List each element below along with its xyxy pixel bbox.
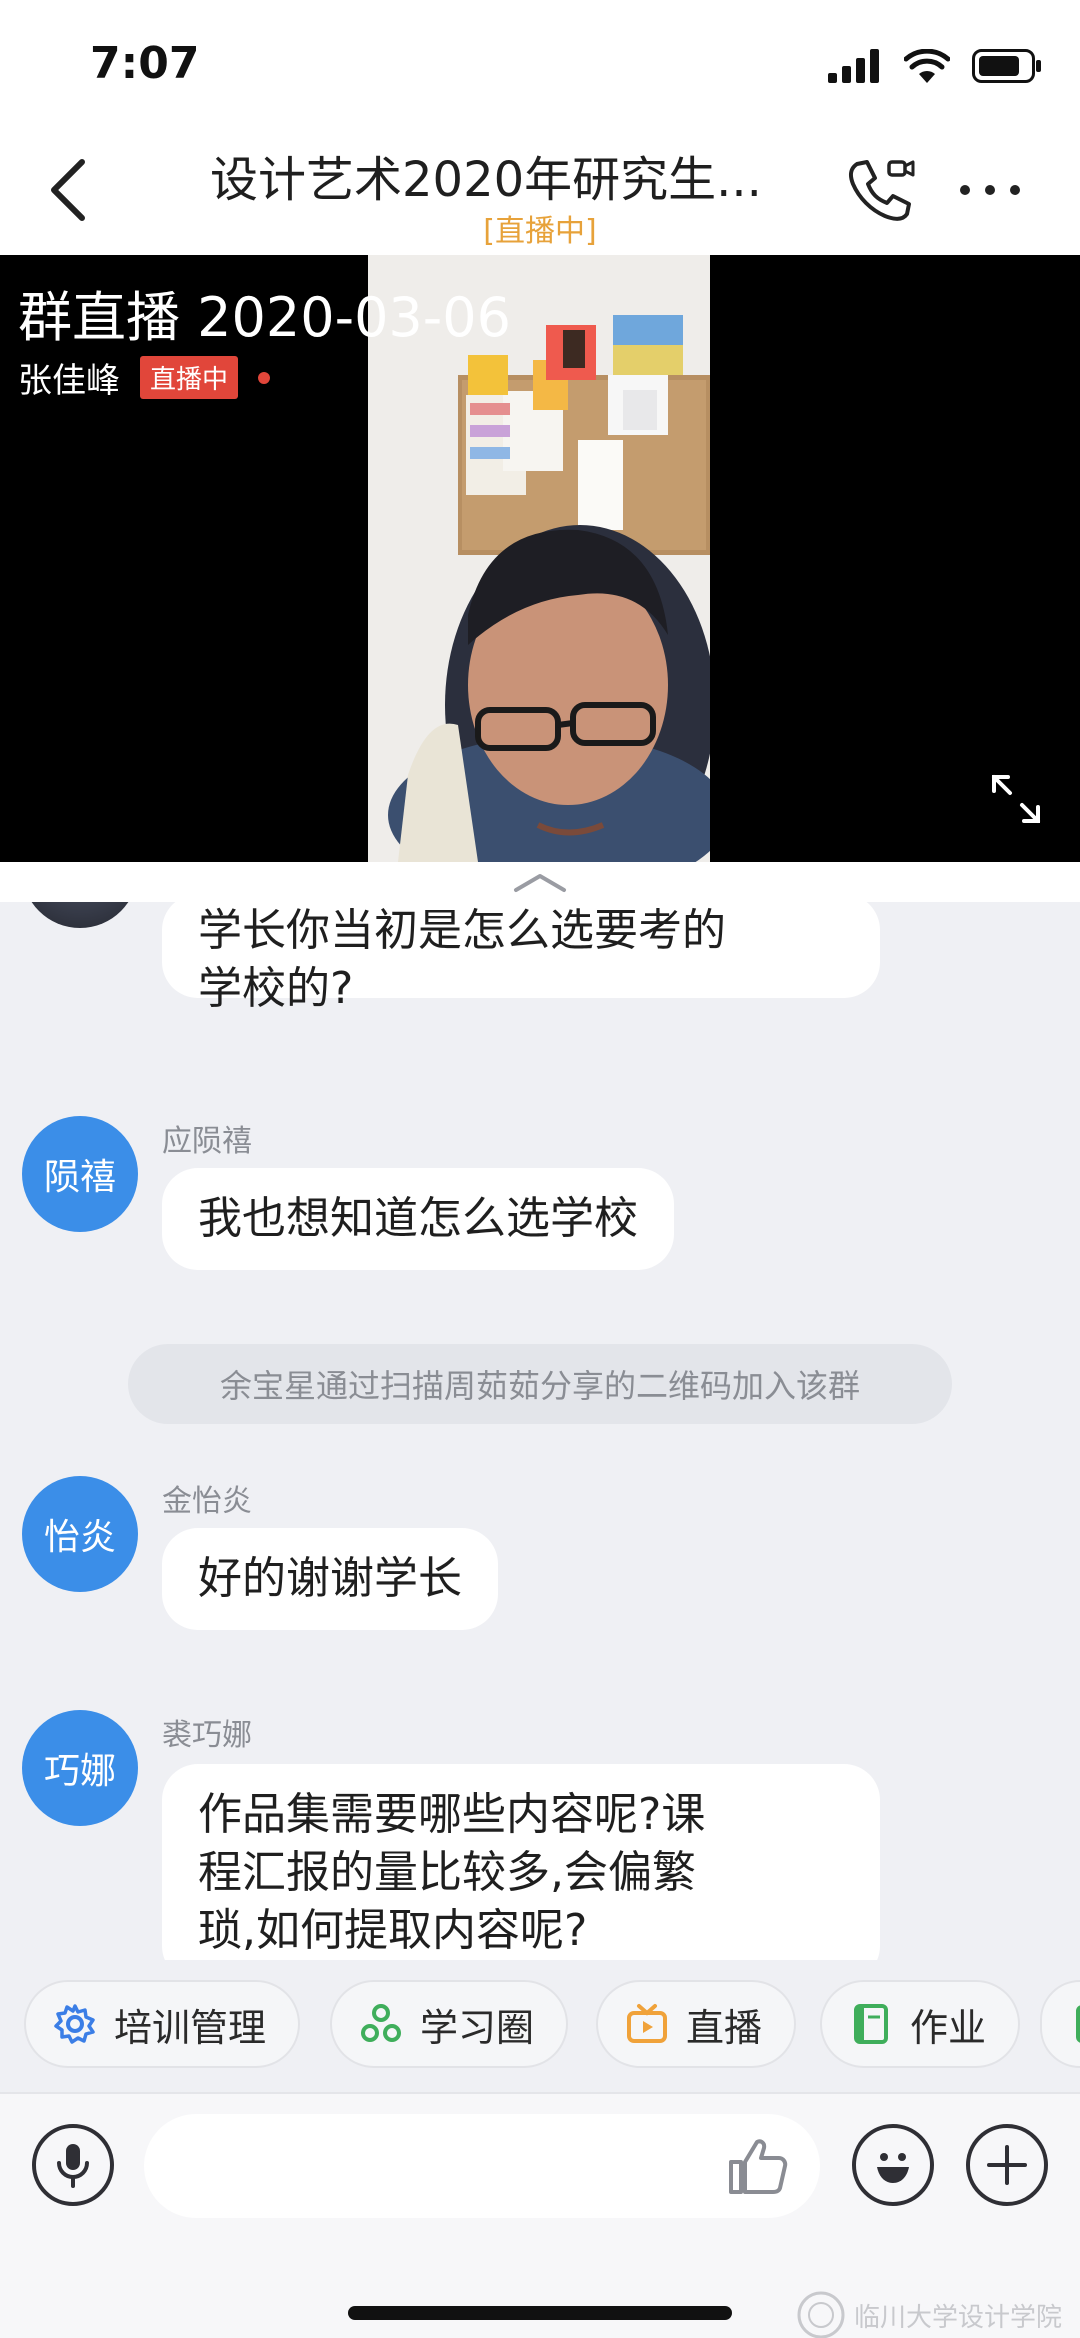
more-options-button[interactable] [955,170,1025,210]
school-seal-icon [797,2291,845,2338]
chat-message-list[interactable]: 学长你当初是怎么选要考的 学校的? 陨禧 应陨禧 我也想知道怎么选学校 余宝星通… [0,902,1080,1960]
wifi-icon [904,49,950,83]
input-bar: 临川大学设计学院 [0,2092,1080,2338]
avatar-initials: 巧娜 [43,1751,116,1792]
live-indicator-dot [258,371,271,384]
watermark-text: 临川大学设计学院 [853,2302,1062,2333]
shortcut-training-management[interactable]: 培训管理 [24,1980,301,2068]
live-status-label: [直播中] [483,214,597,249]
shortcut-study-circle[interactable]: 学习圈 [330,1980,569,2068]
live-title: 群直播 2020-03-06 [18,286,511,349]
avatar-initials: 怡炎 [43,1517,116,1558]
message-bubble[interactable]: 作品集需要哪些内容呢?课 程汇报的量比较多,会偏繁 琐,如何提取内容呢? [162,1764,880,1960]
more-dots-icon [960,185,1020,195]
status-icons [828,46,1042,86]
voice-input-button[interactable] [32,2124,114,2206]
tv-icon [627,2004,667,2043]
add-attachment-button[interactable] [966,2124,1048,2206]
avatar-initials: 陨禧 [43,1157,116,1198]
like-button[interactable] [725,2134,789,2198]
fullscreen-button[interactable] [988,771,1044,827]
status-time: 7:07 [90,38,200,89]
shortcut-label: 作业 [910,2005,987,2050]
battery-icon [972,49,1041,83]
avatar[interactable]: 巧娜 [22,1710,138,1826]
live-badge: 直播中 [140,356,239,399]
watermark: 临川大学设计学院 [796,2290,1062,2338]
smiley-icon [877,2153,909,2183]
message-bubble[interactable]: 学长你当初是怎么选要考的 学校的? [162,902,880,1014]
shortcut-bar: 培训管理 学习圈 直播 作业 [0,1960,1080,2090]
collapse-video-button[interactable] [510,870,570,894]
sender-name: 应陨禧 [162,1124,252,1159]
video-call-button[interactable] [845,154,915,224]
host-name: 张佳峰 [18,361,120,401]
status-bar: 7:07 [0,0,1080,130]
chevron-up-icon [514,874,566,892]
collapse-strip [0,862,1080,902]
home-indicator [348,2306,732,2320]
shortcut-partial-icon [1076,2005,1080,2043]
cellular-signal-icon [828,49,879,83]
gear-icon [54,2004,95,2044]
shortcut-label: 培训管理 [114,2005,267,2050]
nav-bar: 设计艺术2020年研究生... [直播中] [0,120,1080,255]
avatar[interactable] [22,902,138,928]
shortcut-homework[interactable]: 作业 [820,1980,1021,2068]
book-icon [854,2004,888,2044]
shortcut-label: 直播 [686,2005,763,2050]
avatar[interactable]: 怡炎 [22,1476,138,1592]
plus-icon [987,2145,1027,2185]
avatar[interactable]: 陨禧 [22,1116,138,1232]
message-bubble[interactable]: 好的谢谢学长 [162,1528,498,1630]
circles-icon [361,2004,401,2042]
live-video-player[interactable]: 群直播 2020-03-06 张佳峰 直播中 [0,255,1080,862]
shortcut-label: 学习圈 [420,2005,535,2050]
phone-video-icon [848,160,911,221]
sender-name: 金怡炎 [162,1484,252,1519]
message-input[interactable] [144,2114,820,2218]
shortcut-more[interactable] [1040,1980,1080,2068]
host-row: 张佳峰 直播中 [18,353,271,402]
expand-icon [992,775,1040,823]
system-notice: 余宝星通过扫描周茹茹分享的二维码加入该群 [128,1344,952,1424]
message-bubble[interactable]: 我也想知道怎么选学校 [162,1168,674,1270]
microphone-icon [57,2144,89,2188]
group-title[interactable]: 设计艺术2020年研究生... [210,140,810,210]
shortcut-live[interactable]: 直播 [596,1980,797,2068]
emoji-button[interactable] [852,2124,934,2206]
thumbs-up-icon [729,2139,788,2194]
sender-name: 裘巧娜 [162,1718,252,1753]
